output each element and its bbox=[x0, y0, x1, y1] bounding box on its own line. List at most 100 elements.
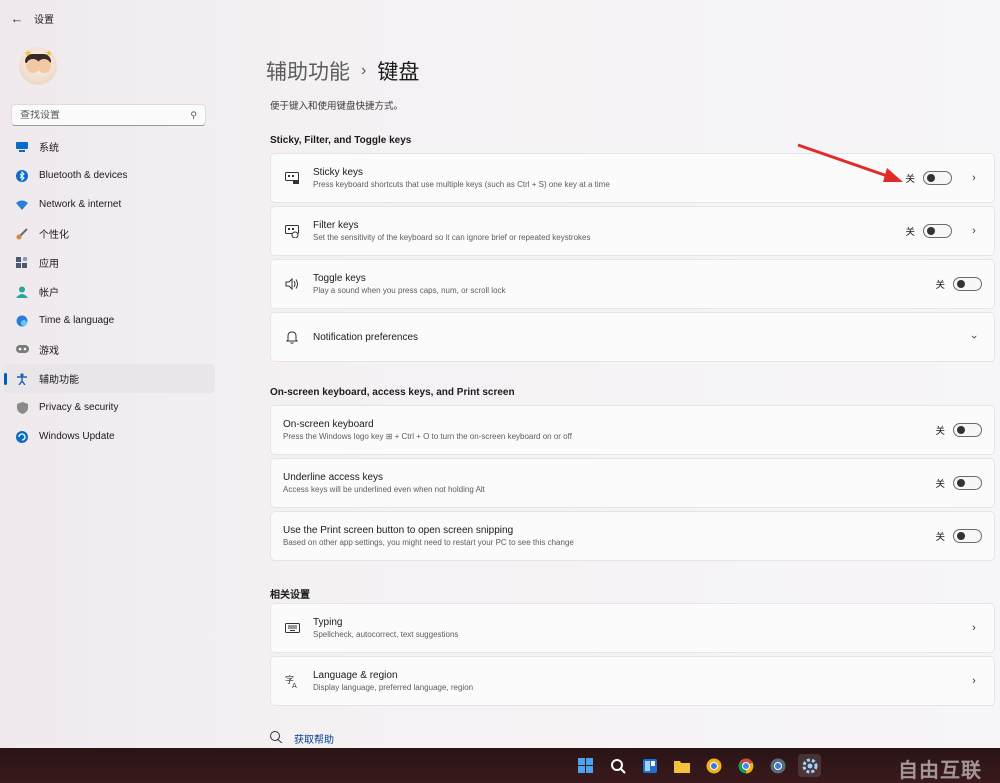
print-screen-toggle[interactable] bbox=[953, 529, 982, 543]
page-title: 键盘 bbox=[377, 61, 420, 84]
avatar[interactable]: ★ ★ bbox=[19, 47, 57, 85]
typing-title: Typing bbox=[313, 616, 343, 628]
keyboard-icon bbox=[271, 623, 313, 633]
print-screen-card[interactable]: Use the Print screen button to open scre… bbox=[270, 511, 995, 561]
underline-access-keys-description: Access keys will be underlined even when… bbox=[283, 484, 485, 494]
search-icon[interactable]: ⚲ bbox=[190, 110, 197, 121]
gamepad-icon bbox=[15, 343, 29, 357]
arrow-left-icon: ← bbox=[10, 10, 24, 26]
sidebar-item-label: Network & internet bbox=[39, 199, 122, 210]
on-screen-keyboard-toggle[interactable] bbox=[953, 423, 982, 437]
toggle-state-label: 关 bbox=[905, 227, 915, 238]
toggle-state-label: 关 bbox=[935, 426, 945, 437]
shield-icon bbox=[15, 401, 29, 415]
sidebar-item-label: Windows Update bbox=[39, 431, 115, 442]
filter-keys-title: Filter keys bbox=[313, 219, 359, 231]
chevron-right-icon[interactable]: › bbox=[964, 172, 984, 184]
taskbar-icons bbox=[574, 754, 821, 777]
titlebar: ← 设置 bbox=[0, 0, 1000, 36]
toggle-state-label: 关 bbox=[935, 479, 945, 490]
sidebar-item-label: Bluetooth & devices bbox=[39, 170, 128, 181]
chrome-canary-icon[interactable] bbox=[702, 754, 725, 777]
filter-keys-card[interactable]: Filter keys Set the sensitivity of the k… bbox=[270, 206, 995, 256]
sticky-keys-toggle[interactable] bbox=[923, 171, 952, 185]
accessibility-icon bbox=[15, 372, 29, 386]
sidebar-item-bluetooth[interactable]: Bluetooth & devices bbox=[4, 161, 215, 190]
avatar-face bbox=[37, 59, 51, 73]
chrome-dev-icon[interactable] bbox=[766, 754, 789, 777]
sidebar-item-label: 辅助功能 bbox=[39, 375, 79, 386]
toggle-state-label: 关 bbox=[905, 174, 915, 185]
section-title: Sticky, Filter, and Toggle keys bbox=[270, 135, 412, 146]
sidebar-item-accounts[interactable]: 帐户 bbox=[4, 277, 215, 306]
bluetooth-icon bbox=[15, 169, 29, 183]
sidebar-item-privacy[interactable]: Privacy & security bbox=[4, 393, 215, 422]
widgets-icon[interactable] bbox=[638, 754, 661, 777]
get-help-label: 获取帮助 bbox=[294, 735, 334, 746]
sidebar-nav: 系统 Bluetooth & devices Network & interne… bbox=[0, 132, 225, 451]
wifi-icon bbox=[15, 198, 29, 212]
sidebar-item-label: 应用 bbox=[39, 259, 59, 270]
sidebar-item-system[interactable]: 系统 bbox=[4, 132, 215, 161]
toggle-keys-toggle[interactable] bbox=[953, 277, 982, 291]
on-screen-keyboard-card[interactable]: On-screen keyboard Press the Windows log… bbox=[270, 405, 995, 455]
app-title: 设置 bbox=[34, 14, 54, 26]
toggle-state-label: 关 bbox=[935, 532, 945, 543]
windows-start-icon[interactable] bbox=[574, 754, 597, 777]
language-region-title: Language & region bbox=[313, 669, 398, 681]
underline-access-keys-toggle[interactable] bbox=[953, 476, 982, 490]
settings-icon[interactable] bbox=[798, 754, 821, 777]
chevron-right-icon[interactable]: › bbox=[964, 675, 984, 687]
help-icon bbox=[270, 731, 284, 746]
sidebar-item-accessibility[interactable]: 辅助功能 bbox=[4, 364, 215, 393]
sidebar-item-personalization[interactable]: 个性化 bbox=[4, 219, 215, 248]
sidebar-item-windows-update[interactable]: Windows Update bbox=[4, 422, 215, 451]
section-title: On-screen keyboard, access keys, and Pri… bbox=[270, 387, 515, 398]
sidebar-item-label: Privacy & security bbox=[39, 402, 119, 413]
toggle-state-label: 关 bbox=[935, 280, 945, 291]
print-screen-title: Use the Print screen button to open scre… bbox=[283, 524, 514, 536]
language-region-card[interactable]: 字A Language & region Display language, p… bbox=[270, 656, 995, 706]
filter-keys-toggle[interactable] bbox=[923, 224, 952, 238]
get-help-link[interactable]: 获取帮助 bbox=[270, 731, 334, 746]
on-screen-keyboard-description: Press the Windows logo key ⊞ + Ctrl + O … bbox=[283, 431, 572, 441]
breadcrumb: 辅助功能 › 键盘 bbox=[266, 56, 419, 86]
toggle-keys-title: Toggle keys bbox=[313, 272, 366, 284]
on-screen-keyboard-title: On-screen keyboard bbox=[283, 418, 374, 430]
chevron-right-icon[interactable]: › bbox=[964, 622, 984, 634]
chevron-right-icon: › bbox=[361, 62, 367, 79]
toggle-keys-card[interactable]: Toggle keys Play a sound when you press … bbox=[270, 259, 995, 309]
toggle-keys-description: Play a sound when you press caps, num, o… bbox=[313, 285, 506, 295]
language-icon: 字A bbox=[271, 674, 313, 688]
chrome-icon[interactable] bbox=[734, 754, 757, 777]
filter-keys-description: Set the sensitivity of the keyboard so i… bbox=[313, 232, 591, 242]
chevron-right-icon[interactable]: › bbox=[964, 225, 984, 237]
file-explorer-icon[interactable] bbox=[670, 754, 693, 777]
keyboard-filter-icon bbox=[271, 224, 313, 238]
sidebar-item-network[interactable]: Network & internet bbox=[4, 190, 215, 219]
red-arrow-annotation bbox=[797, 143, 903, 182]
sidebar-item-label: 帐户 bbox=[39, 288, 59, 299]
watermark-logo: 自由互联 bbox=[898, 760, 982, 782]
search-box[interactable]: ⚲ bbox=[11, 104, 206, 126]
search-input[interactable] bbox=[20, 109, 191, 121]
breadcrumb-parent[interactable]: 辅助功能 bbox=[266, 56, 350, 86]
bell-icon bbox=[271, 330, 313, 344]
monitor-icon bbox=[15, 140, 29, 154]
sidebar-item-time-language[interactable]: Time & language bbox=[4, 306, 215, 335]
typing-card[interactable]: Typing Spellcheck, autocorrect, text sug… bbox=[270, 603, 995, 653]
search-icon[interactable] bbox=[606, 754, 629, 777]
section-title: 相关设置 bbox=[270, 590, 310, 601]
chevron-down-icon[interactable]: › bbox=[968, 327, 980, 347]
globe-clock-icon bbox=[15, 314, 29, 328]
apps-icon bbox=[15, 256, 29, 270]
speaker-icon bbox=[271, 278, 313, 290]
sidebar: ★ ★ ⚲ 系统 Bluetooth & devices bbox=[0, 36, 225, 748]
underline-access-keys-card[interactable]: Underline access keys Access keys will b… bbox=[270, 458, 995, 508]
sidebar-item-label: Time & language bbox=[39, 315, 115, 326]
notification-preferences-title: Notification preferences bbox=[313, 331, 419, 343]
sidebar-item-apps[interactable]: 应用 bbox=[4, 248, 215, 277]
back-button[interactable]: ← bbox=[0, 0, 34, 36]
sidebar-item-gaming[interactable]: 游戏 bbox=[4, 335, 215, 364]
notification-preferences-card[interactable]: Notification preferences › bbox=[270, 312, 995, 362]
